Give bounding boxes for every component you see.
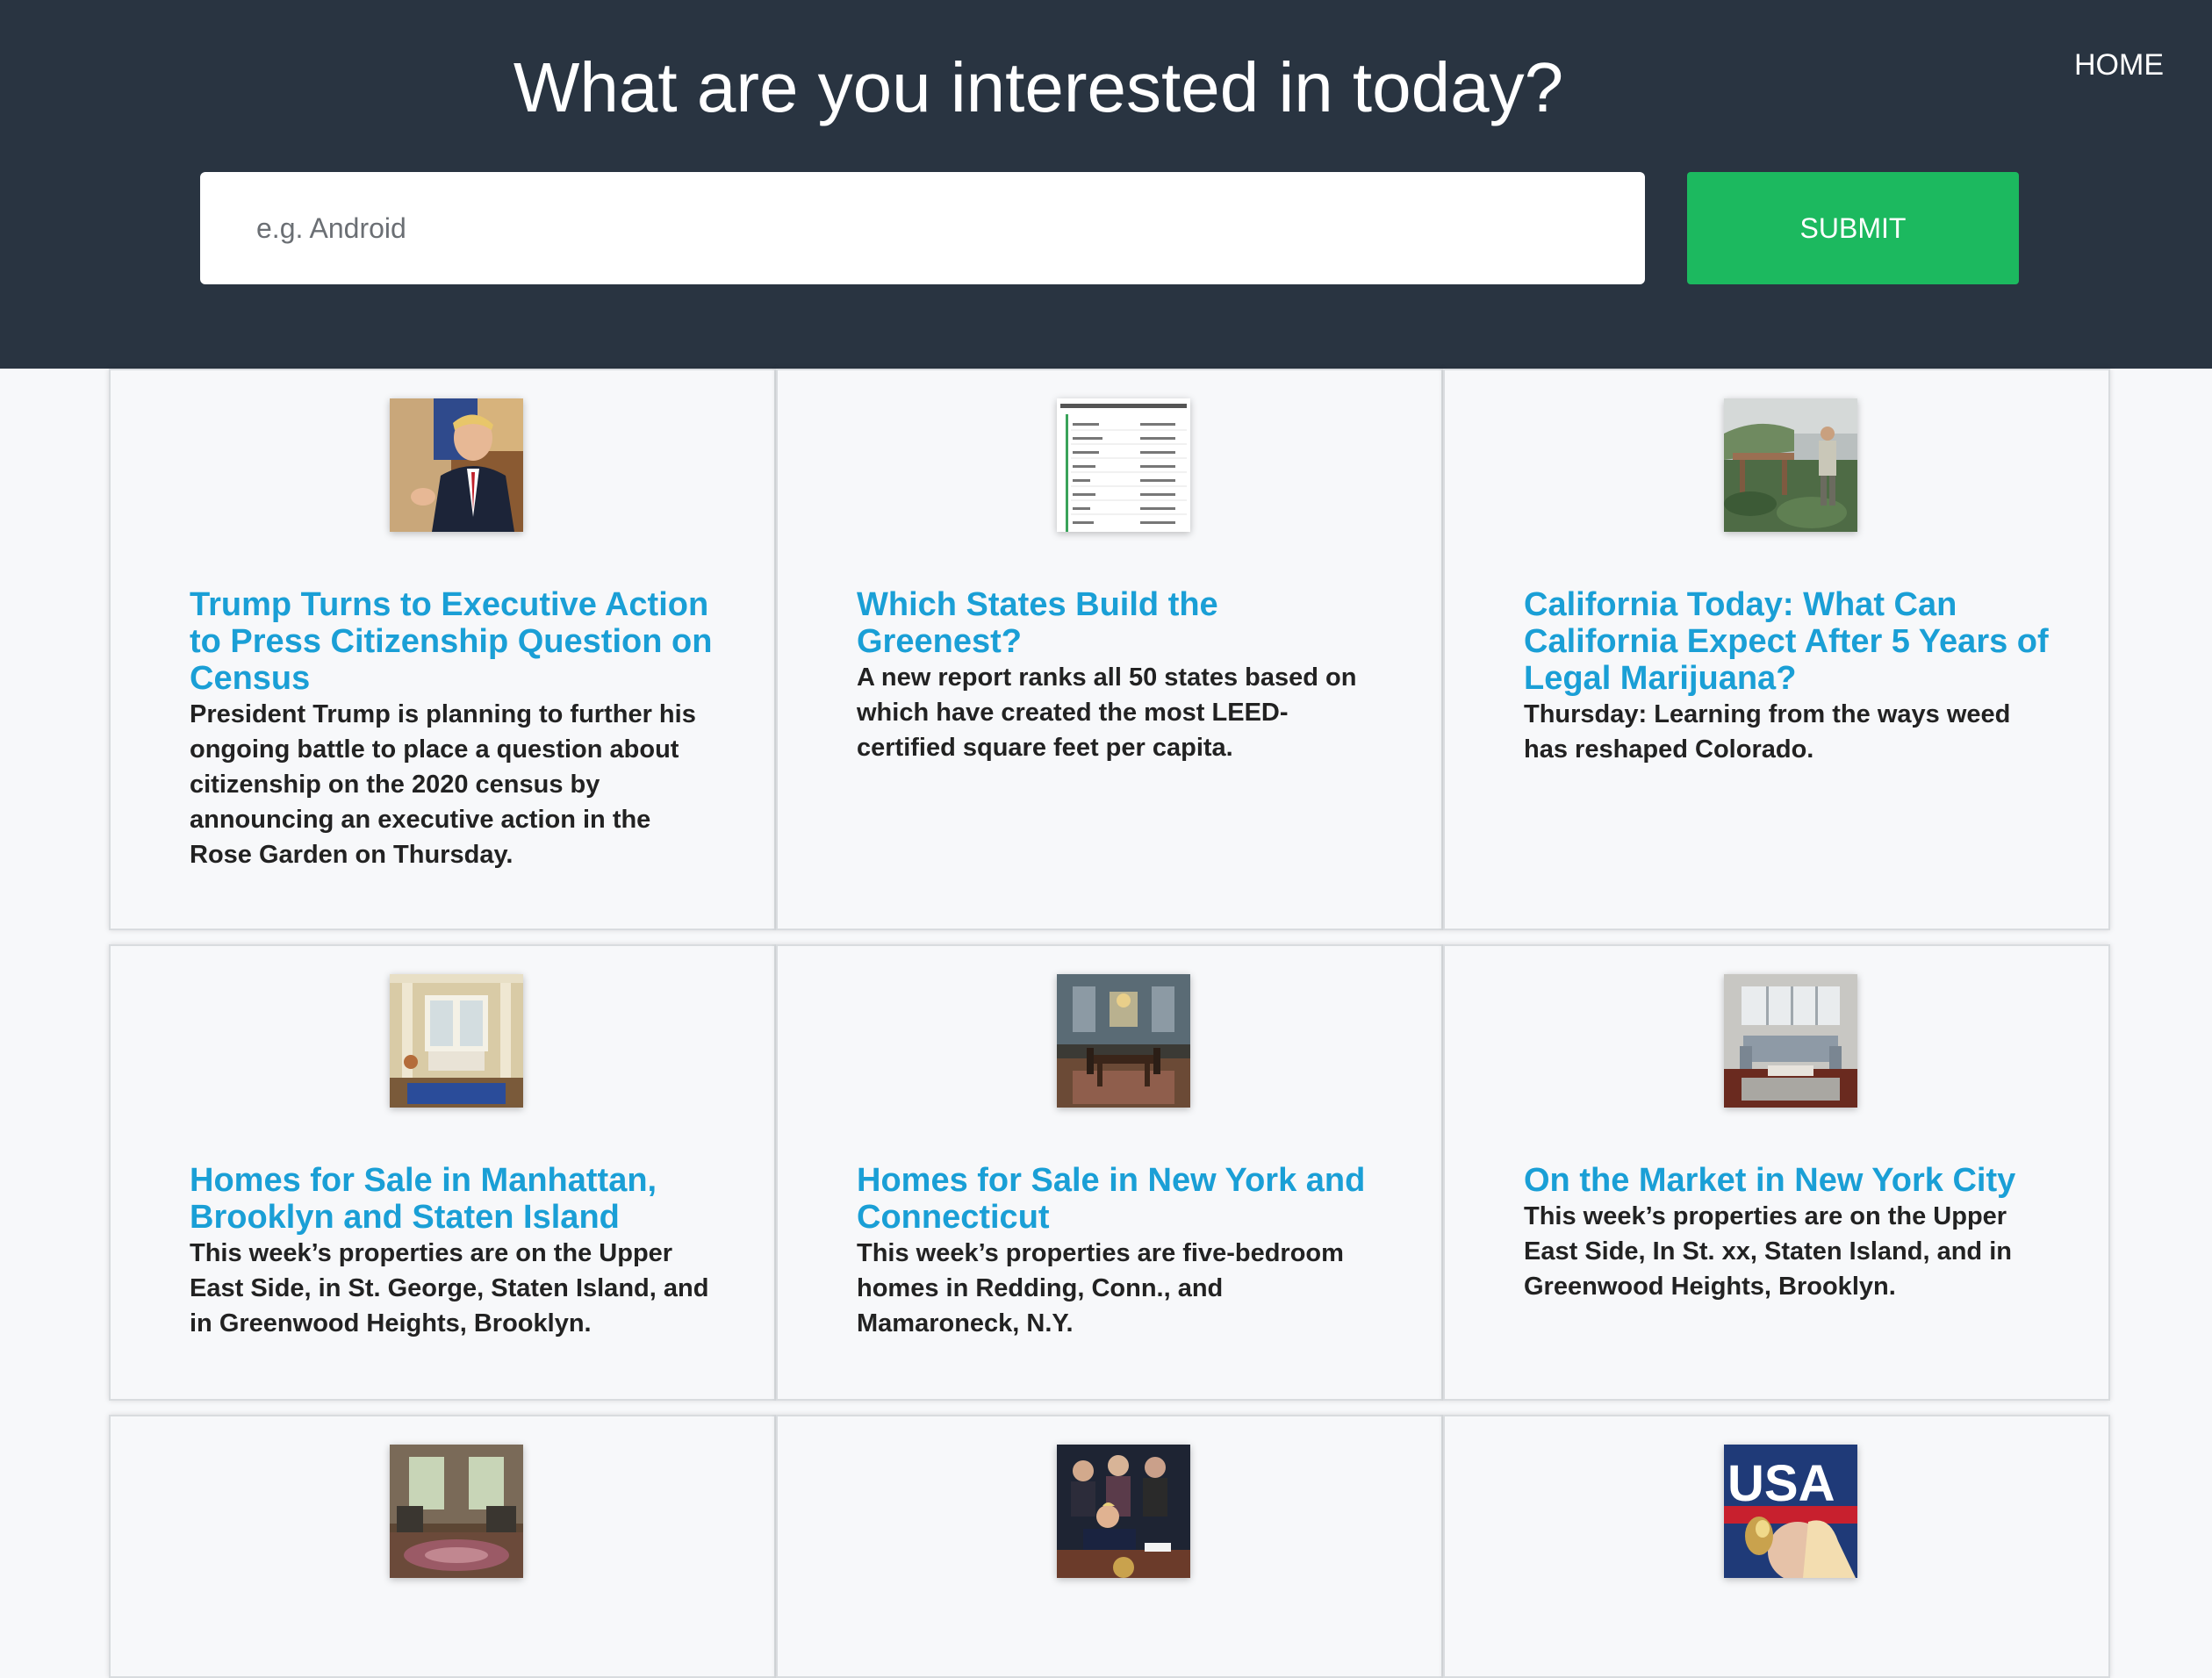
article-thumbnail[interactable] — [1724, 974, 1857, 1108]
submit-button[interactable]: SUBMIT — [1687, 172, 2019, 284]
photo-usa-athlete-trophy-icon: USA — [1724, 1445, 1857, 1578]
header-bar: What are you interested in today? HOME S… — [0, 0, 2212, 369]
article-title[interactable]: California Today: What Can California Ex… — [1524, 586, 2050, 767]
article-title[interactable]: Homes for Sale in Manhattan, Brooklyn an… — [190, 1162, 716, 1341]
article-description: This week’s properties are on the Upper … — [1524, 1202, 2012, 1301]
photo-trump-speaking-icon — [390, 398, 523, 532]
search-input[interactable] — [200, 172, 1645, 284]
page-headline: What are you interested in today? — [513, 48, 1564, 126]
article-description: President Trump is planning to further h… — [190, 700, 696, 869]
article-card[interactable]: Trump Turns to Executive Action to Press… — [109, 369, 776, 930]
article-thumbnail[interactable] — [1724, 398, 1857, 532]
article-description: This week’s properties are five-bedroom … — [857, 1239, 1344, 1337]
article-title[interactable]: On the Market in New York City This week… — [1524, 1162, 2050, 1304]
photo-dining-room-icon — [1057, 974, 1190, 1108]
article-card[interactable] — [109, 1415, 776, 1678]
photo-sitting-room-rug-icon — [390, 1445, 523, 1578]
photo-living-room-bay-window-icon — [390, 974, 523, 1108]
article-thumbnail[interactable] — [1057, 398, 1190, 532]
article-card[interactable]: California Today: What Can California Ex… — [1443, 369, 2110, 930]
article-title[interactable]: Trump Turns to Executive Action to Press… — [190, 586, 716, 872]
article-description: Thursday: Learning from the ways weed ha… — [1524, 700, 2011, 764]
article-thumbnail[interactable] — [1057, 1445, 1190, 1578]
photo-signing-ceremony-icon — [1057, 1445, 1190, 1578]
article-card[interactable]: Which States Build the Greenest? A new r… — [776, 369, 1443, 930]
photo-modern-living-room-icon — [1724, 974, 1857, 1108]
article-thumbnail[interactable] — [390, 974, 523, 1108]
article-title[interactable]: Homes for Sale in New York and Connectic… — [857, 1162, 1383, 1341]
home-link[interactable]: HOME — [2074, 46, 2164, 84]
article-thumbnail[interactable] — [390, 398, 523, 532]
photo-greenhouse-worker-icon — [1724, 398, 1857, 532]
article-card[interactable]: Homes for Sale in Manhattan, Brooklyn an… — [109, 944, 776, 1401]
article-thumbnail[interactable]: USA — [1724, 1445, 1857, 1578]
article-card[interactable]: USA — [1443, 1415, 2110, 1678]
svg-text:USA: USA — [1727, 1455, 1835, 1512]
article-thumbnail[interactable] — [1057, 974, 1190, 1108]
article-thumbnail[interactable] — [390, 1445, 523, 1578]
article-description: This week’s properties are on the Upper … — [190, 1239, 709, 1337]
table-leed-certification-icon — [1057, 398, 1190, 532]
article-card[interactable]: On the Market in New York City This week… — [1443, 944, 2110, 1401]
article-description: A new report ranks all 50 states based o… — [857, 663, 1357, 762]
article-title[interactable]: Which States Build the Greenest? A new r… — [857, 586, 1383, 765]
article-card[interactable]: Homes for Sale in New York and Connectic… — [776, 944, 1443, 1401]
article-card[interactable] — [776, 1415, 1443, 1678]
